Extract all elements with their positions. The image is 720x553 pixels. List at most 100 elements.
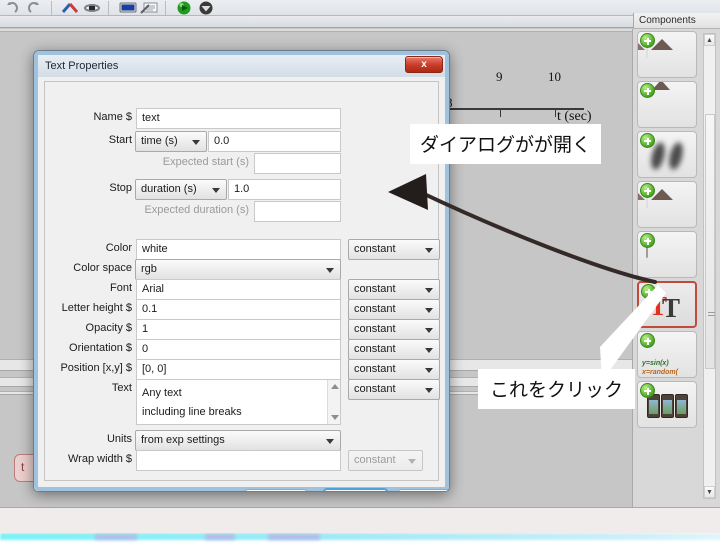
text-textarea[interactable]: Any text including line breaks: [136, 379, 341, 425]
letter-height-mode-value: constant: [354, 303, 396, 315]
textarea-scrollbar[interactable]: [327, 380, 340, 424]
expected-duration-input[interactable]: [254, 201, 341, 222]
letter-height-mode-select[interactable]: constant: [348, 299, 440, 320]
help-button[interactable]: Help: [245, 489, 307, 491]
annotation-arrow-to-dialog: [388, 174, 657, 284]
add-plus-icon: [640, 133, 655, 148]
blur-blotch: [205, 534, 235, 540]
wrap-width-mode-select: constant: [348, 450, 423, 471]
color-space-select[interactable]: rgb: [135, 259, 341, 280]
color-space-value: rgb: [141, 263, 157, 275]
wrap-width-input[interactable]: [136, 450, 341, 471]
label-name: Name $: [93, 111, 132, 123]
ok-button[interactable]: OK: [323, 488, 388, 491]
units-select[interactable]: from exp settings: [135, 430, 341, 451]
font-input[interactable]: Arial: [136, 279, 341, 300]
scroll-up-arrow[interactable]: ▲: [704, 34, 715, 46]
label-expected-duration: Expected duration (s): [144, 204, 249, 216]
position-input[interactable]: [0, 0]: [136, 359, 341, 380]
chevron-down-icon: [212, 188, 220, 193]
position-mode-select[interactable]: constant: [348, 359, 440, 380]
letter-height-input[interactable]: 0.1: [136, 299, 341, 320]
field-row-wrap-width: Wrap width $ constant: [45, 450, 438, 471]
label-orientation: Orientation $: [69, 342, 132, 354]
orientation-input[interactable]: 0: [136, 339, 341, 360]
annotation-dialog-opens: ダイアログがが開く: [410, 124, 602, 164]
magnet-icon[interactable]: [83, 1, 100, 15]
label-letter-height: Letter height $: [61, 302, 132, 314]
opacity-mode-value: constant: [354, 323, 396, 335]
scrollbar-thumb[interactable]: [705, 114, 715, 369]
main-toolbar: [0, 0, 720, 16]
field-row-orientation: Orientation $ 0 constant: [45, 339, 440, 360]
text-line-2: including line breaks: [142, 406, 242, 418]
label-text: Text: [111, 382, 132, 394]
close-icon[interactable]: x: [405, 56, 443, 73]
component-item-movie[interactable]: [637, 381, 697, 428]
chevron-down-icon: [326, 439, 334, 444]
add-plus-icon: [640, 383, 655, 398]
color-input[interactable]: white: [136, 239, 341, 260]
label-wrap-width: Wrap width $: [68, 453, 132, 465]
wand-icon[interactable]: [61, 1, 79, 15]
run-icon[interactable]: [175, 1, 191, 15]
chevron-down-icon: [425, 308, 433, 313]
status-bar: [0, 507, 720, 533]
canvas-top-edge: [0, 29, 632, 32]
timeline-tick-label-10: 10: [548, 69, 561, 84]
timeline-axis-label: t (sec): [557, 109, 592, 124]
annotation-click-this: これをクリック: [478, 369, 636, 409]
toolbar-separator: [51, 0, 52, 15]
start-type-select[interactable]: time (s): [135, 131, 207, 152]
chevron-down-icon: [425, 388, 433, 393]
start-type-value: time (s): [141, 135, 178, 147]
scroll-down-arrow-icon[interactable]: [331, 415, 339, 420]
components-panel-title: Components: [633, 13, 720, 29]
field-row-name: Name $ text: [45, 108, 438, 129]
label-stop: Stop: [109, 182, 132, 194]
component-item-image[interactable]: [637, 31, 697, 78]
field-row-letter-height: Letter height $ 0.1 constant: [45, 299, 440, 320]
wrap-width-mode-value: constant: [354, 454, 396, 466]
label-units: Units: [106, 433, 132, 445]
redo-icon[interactable]: [26, 1, 42, 15]
expected-start-input[interactable]: [254, 153, 341, 174]
text-mode-select[interactable]: constant: [348, 379, 440, 400]
monitor-icon[interactable]: [118, 1, 137, 15]
cancel-button[interactable]: Cancel: [398, 489, 449, 491]
stop-value-input[interactable]: 1.0: [228, 179, 341, 200]
notes-icon[interactable]: [140, 1, 158, 15]
timeline-tick-9: [500, 108, 501, 117]
label-font: Font: [109, 282, 132, 294]
secondary-toolbar: [0, 16, 720, 28]
scroll-down-arrow[interactable]: ▼: [704, 486, 715, 498]
blur-blotch: [95, 534, 137, 540]
scroll-up-arrow-icon[interactable]: [331, 384, 339, 389]
field-row-text: Text Any text including line breaks cons…: [45, 379, 440, 425]
name-input[interactable]: text: [136, 108, 341, 129]
orientation-mode-select[interactable]: constant: [348, 339, 440, 360]
components-scrollbar[interactable]: ▲ ▼: [703, 33, 716, 499]
start-value-input[interactable]: 0.0: [208, 131, 341, 152]
toolbar-separator: [108, 0, 109, 15]
opacity-mode-select[interactable]: constant: [348, 319, 440, 340]
orientation-mode-value: constant: [354, 343, 396, 355]
chevron-down-icon: [192, 140, 200, 145]
chevron-down-icon: [425, 348, 433, 353]
units-value: from exp settings: [141, 434, 225, 446]
chevron-down-icon: [408, 459, 416, 464]
opacity-input[interactable]: 1: [136, 319, 341, 340]
scrollbar-grip-icon: [708, 310, 715, 316]
label-opacity: Opacity $: [85, 322, 132, 334]
label-position: Position [x,y] $: [60, 362, 132, 374]
stop-type-value: duration (s): [141, 183, 197, 195]
label-start: Start: [108, 134, 132, 146]
undo-icon[interactable]: [4, 1, 20, 15]
field-row-position: Position [x,y] $ [0, 0] constant: [45, 359, 440, 380]
stop-type-select[interactable]: duration (s): [135, 179, 227, 200]
field-row-units: Units from exp settings: [45, 430, 438, 451]
component-item-aperture[interactable]: [637, 81, 697, 128]
add-plus-icon: [640, 83, 655, 98]
stop-icon[interactable]: [197, 1, 213, 15]
blur-blotch: [268, 534, 320, 540]
